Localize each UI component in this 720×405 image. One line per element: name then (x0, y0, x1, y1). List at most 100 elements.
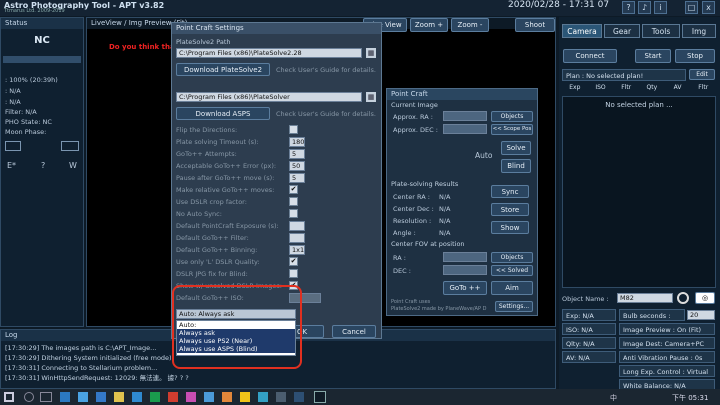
solve-button[interactable]: Solve (501, 141, 531, 155)
apt-app-icon[interactable] (314, 391, 326, 403)
zoom-out-button[interactable]: Zoom - (451, 18, 489, 32)
tab-camera[interactable]: Camera (562, 24, 602, 38)
folder-icon[interactable]: ▦ (366, 92, 376, 102)
image-preview-select[interactable]: Image Preview : On (Fit) (619, 323, 715, 335)
e-star-button[interactable]: E* (7, 161, 16, 170)
goto-pause-input[interactable]: 5 (289, 173, 305, 183)
goto-attempts-input[interactable]: 5 (289, 149, 305, 159)
close-button[interactable]: x (702, 1, 715, 14)
jpg-fix-checkbox[interactable] (289, 269, 298, 278)
scope-pos-button[interactable]: << Scope Pos (491, 124, 533, 135)
zoom-in-button[interactable]: Zoom + (410, 18, 448, 32)
app-icon[interactable] (222, 392, 232, 402)
objects-button-2[interactable]: Objects (491, 252, 533, 263)
av-select[interactable]: AV: N/A (562, 351, 616, 363)
asps-path-input[interactable]: C:\Program Files (x86)\PlateSolver (176, 92, 362, 102)
fov-ra-input[interactable] (443, 252, 487, 262)
aim-button[interactable]: Aim (491, 281, 533, 295)
ps2-path-input[interactable]: C:\Program Files (x86)\PlateSolve2.28 (176, 48, 362, 58)
long-exp-select[interactable]: Long Exp. Control : Virtual (619, 365, 715, 377)
quality-select[interactable]: Qlty: N/A (562, 337, 616, 349)
goto-error-input[interactable]: 50 (289, 161, 305, 171)
title-bar: Astro Photography Tool - APT v3.82 Ttmar… (0, 0, 720, 16)
liveview-warning: Do you think that (109, 43, 179, 51)
shoot-button[interactable]: Shoot (515, 18, 555, 32)
info-button[interactable]: i (654, 1, 667, 14)
default-exposure-input[interactable] (289, 221, 305, 231)
approx-dec-input[interactable] (443, 124, 487, 134)
plan-col: ISO (595, 84, 606, 91)
settings-button[interactable]: Settings... (495, 301, 533, 312)
edit-plan-button[interactable]: Edit (689, 69, 715, 80)
gauge-icon-right (61, 141, 79, 151)
app-icon[interactable] (294, 392, 304, 402)
store-button[interactable]: Store (491, 203, 529, 216)
aim-icon[interactable]: ◎ (695, 292, 715, 304)
start-icon[interactable] (4, 392, 14, 402)
dropdown-option[interactable]: Always ask (177, 329, 295, 337)
app-icon[interactable] (240, 392, 250, 402)
solved-button[interactable]: << Solved (491, 265, 533, 276)
status-row-1: : 100% (20:39h) (5, 76, 58, 84)
dslr-crop-checkbox[interactable] (289, 197, 298, 206)
app-icon[interactable] (150, 392, 160, 402)
task-view-icon[interactable] (40, 392, 52, 402)
tray-lang[interactable]: 中 (610, 393, 617, 403)
start-button[interactable]: Start (635, 49, 671, 63)
approx-ra-input[interactable] (443, 111, 487, 121)
app-icon[interactable] (96, 392, 106, 402)
solver-dropdown[interactable]: Auto: Always ask (176, 309, 296, 319)
image-dest-select[interactable]: Image Dest: Camera+PC (619, 337, 715, 349)
stop-button[interactable]: Stop (675, 49, 715, 63)
app-icon[interactable] (186, 392, 196, 402)
connect-button[interactable]: Connect (563, 49, 617, 63)
blind-button[interactable]: Blind (501, 159, 531, 173)
plan-col: Exp (569, 84, 581, 91)
dropdown-option[interactable]: Always use ASPS (Blind) (177, 345, 295, 353)
objects-button[interactable]: Objects (491, 111, 533, 122)
app-icon[interactable] (204, 392, 214, 402)
timeout-input[interactable]: 180 (289, 137, 305, 147)
fov-dec-input[interactable] (443, 265, 487, 275)
tab-tools[interactable]: Tools (642, 24, 680, 38)
help-button[interactable]: ? (622, 1, 635, 14)
iso-select[interactable]: ISO: N/A (562, 323, 616, 335)
relative-goto-checkbox[interactable]: ✔ (289, 185, 298, 194)
download-asps-button[interactable]: Download ASPS (176, 107, 270, 120)
l-quality-checkbox[interactable]: ✔ (289, 257, 298, 266)
no-auto-sync-checkbox[interactable] (289, 209, 298, 218)
app-icon[interactable] (168, 392, 178, 402)
camera-status: NC (34, 35, 50, 46)
download-ps2-button[interactable]: Download PlateSolve2 (176, 63, 270, 76)
show-button[interactable]: Show (491, 221, 529, 234)
goto-button[interactable]: GoTo ++ (443, 281, 487, 295)
w-button[interactable]: W (69, 161, 77, 170)
flip-directions-checkbox[interactable] (289, 125, 298, 134)
exp-select[interactable]: Exp: N/A (562, 309, 616, 321)
default-binning-input[interactable]: 1x1 (289, 245, 305, 255)
dropdown-option[interactable]: Always use PS2 (Near) (177, 337, 295, 345)
app-icon[interactable] (276, 392, 286, 402)
sound-button[interactable]: ♪ (638, 1, 651, 14)
tab-img[interactable]: Img (682, 24, 716, 38)
default-filter-input[interactable] (289, 233, 305, 243)
question-button[interactable]: ? (41, 161, 45, 170)
ps2-path-label: PlateSolve2 Path (176, 38, 231, 46)
sync-button[interactable]: Sync (491, 185, 529, 198)
folder-icon[interactable]: ▦ (366, 48, 376, 58)
cancel-button[interactable]: Cancel (332, 325, 376, 338)
tab-gear[interactable]: Gear (604, 24, 640, 38)
app-icon[interactable] (258, 392, 268, 402)
search-icon[interactable] (24, 392, 34, 402)
fov-ra-label: RA : (393, 254, 406, 262)
object-name-input[interactable]: M82 (617, 293, 673, 303)
app-icon[interactable] (60, 392, 70, 402)
dropdown-option[interactable]: Auto: (177, 321, 295, 329)
folder-app-icon[interactable] (114, 392, 124, 402)
anti-vibration-select[interactable]: Anti Vibration Pause : 0s (619, 351, 715, 363)
app-icon[interactable] (132, 392, 142, 402)
plan-select[interactable]: Plan : No selected plan! (562, 69, 686, 81)
app-icon[interactable] (78, 392, 88, 402)
bulb-seconds-input[interactable]: 20 (687, 310, 715, 320)
maximize-button[interactable]: □ (685, 1, 698, 14)
